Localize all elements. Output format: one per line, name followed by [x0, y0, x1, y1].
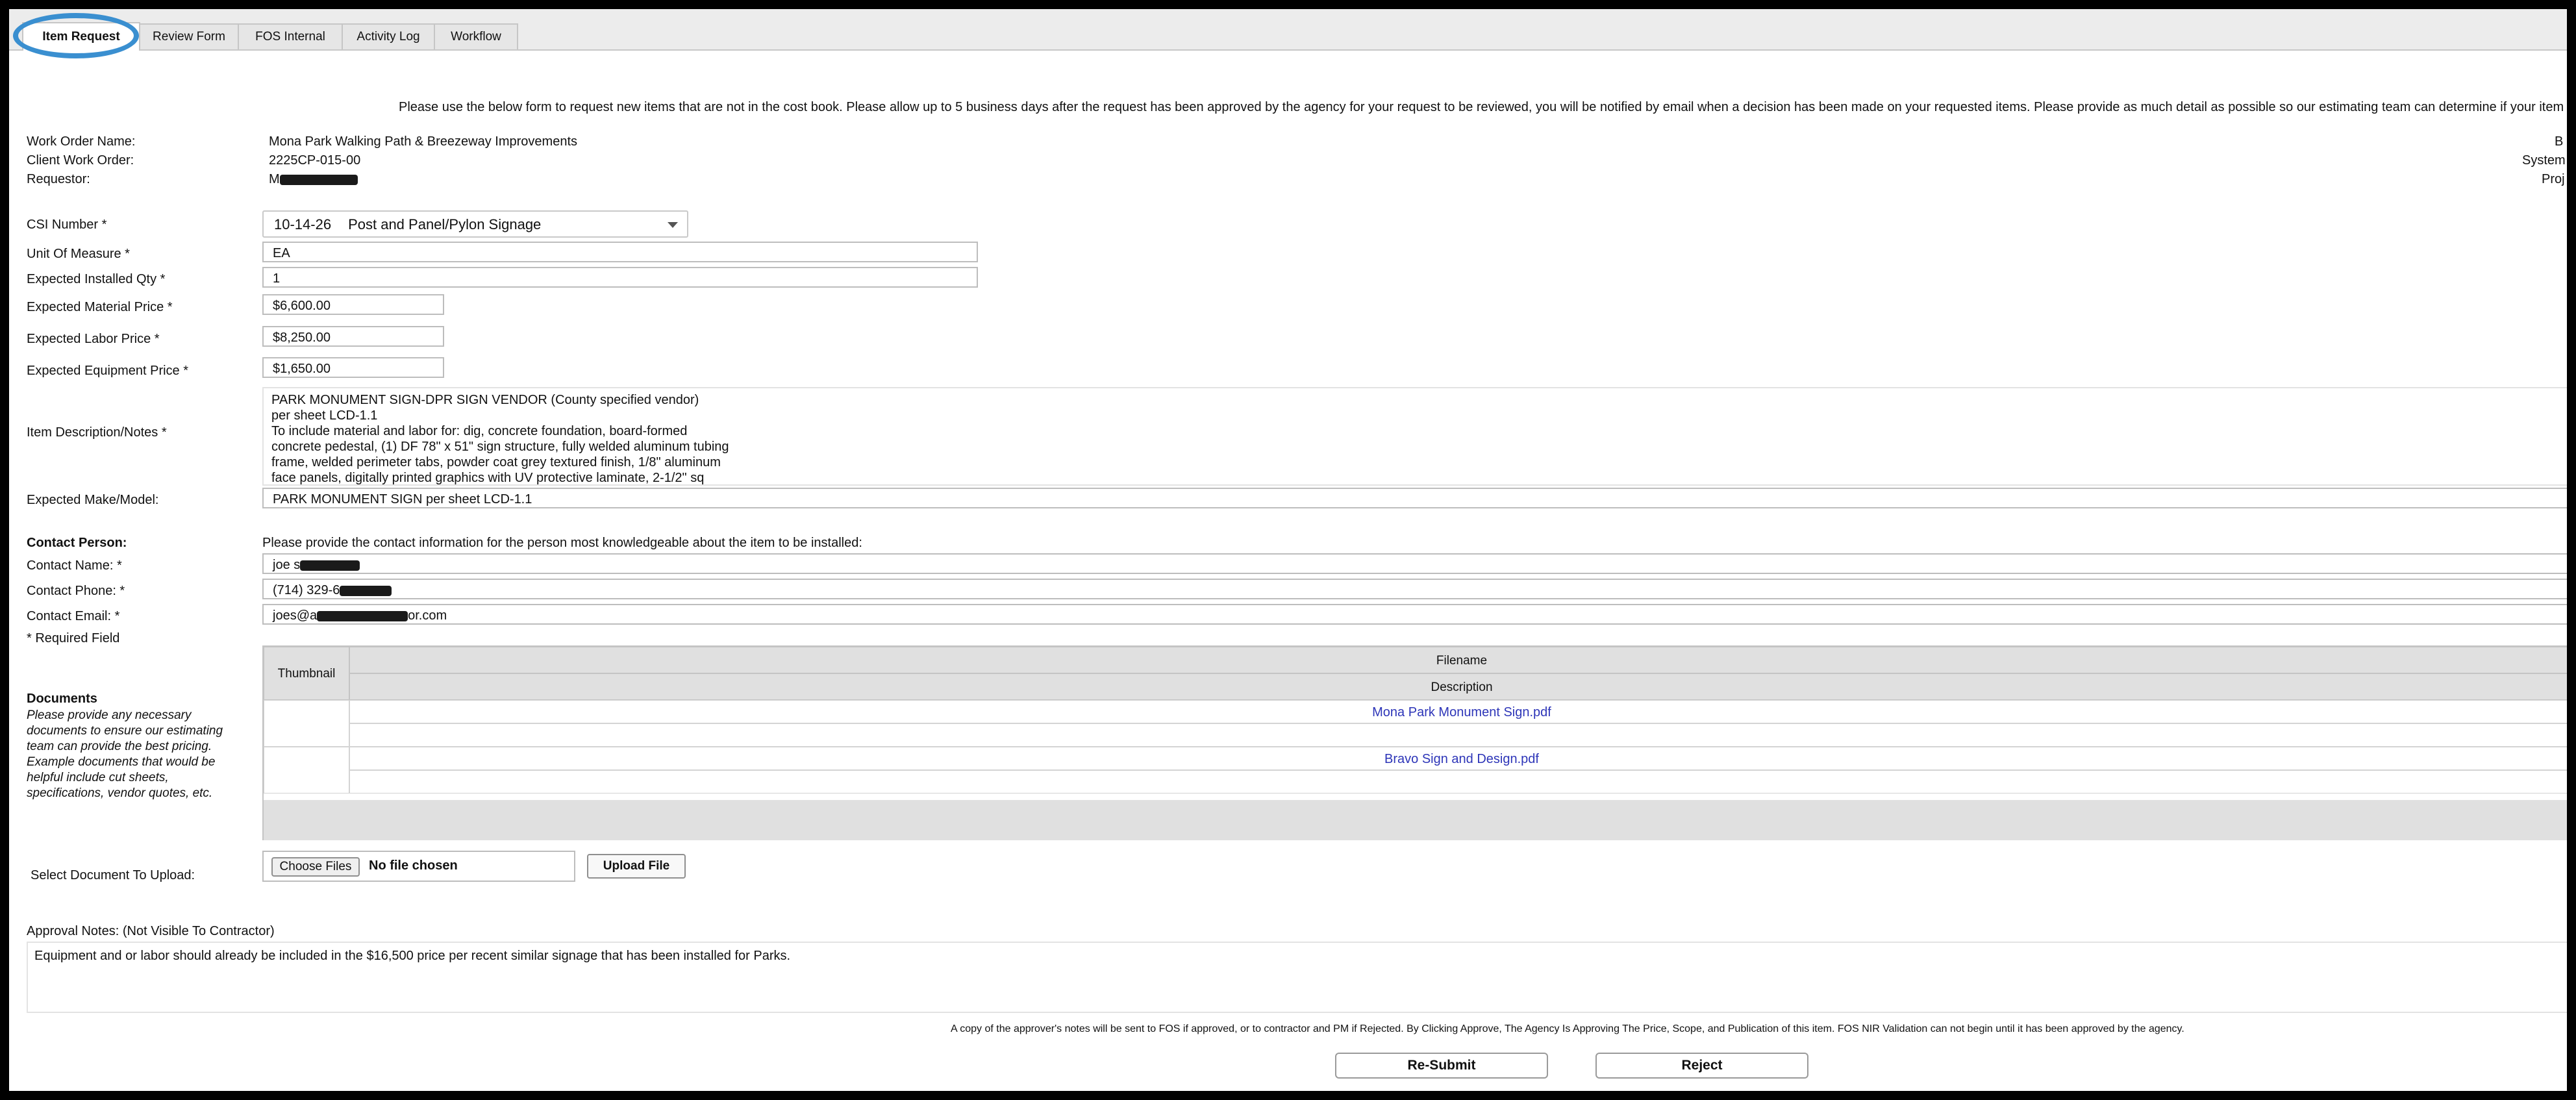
contact-email-input[interactable]: joes@a or.com	[262, 604, 2567, 625]
tab-bar: Item Request Review Form FOS Internal Ac…	[9, 9, 2567, 51]
contact-name-label: Contact Name: *	[27, 558, 122, 573]
approval-notes-value: Equipment and or labor should already be…	[34, 949, 791, 963]
description-label: Item Description/Notes *	[27, 425, 167, 440]
tab-activity-log[interactable]: Activity Log	[342, 23, 435, 49]
right-label-proj: Proj	[2542, 172, 2565, 186]
csi-number-select[interactable]: 10-14-26 Post and Panel/Pylon Signage	[262, 210, 688, 238]
work-order-name-value: Mona Park Walking Path & Breezeway Impro…	[269, 134, 578, 149]
footer-note: A copy of the approver's notes will be s…	[951, 1023, 2184, 1034]
description-line: concrete pedestal, (1) DF 78" x 51" sign…	[271, 440, 729, 454]
file-picker[interactable]: Choose Files No file chosen	[262, 851, 575, 882]
documents-help-line: Please provide any necessary	[27, 708, 192, 722]
requestor-label: Requestor:	[27, 172, 90, 186]
labor-price-label: Expected Labor Price *	[27, 332, 160, 346]
installed-qty-input[interactable]: 1	[262, 267, 978, 288]
no-file-chosen-text: No file chosen	[369, 858, 458, 873]
choose-files-button[interactable]: Choose Files	[271, 857, 360, 877]
document-link[interactable]: Bravo Sign and Design.pdf	[349, 747, 2567, 770]
item-request-page: Item Request Review Form FOS Internal Ac…	[9, 9, 2567, 1091]
description-line: frame, welded perimeter tabs, powder coa…	[271, 455, 721, 469]
filename-header: Filename	[349, 647, 2567, 673]
contact-email-suffix: or.com	[408, 608, 447, 623]
thumbnail-cell	[264, 747, 349, 794]
unit-of-measure-label: Unit Of Measure *	[27, 247, 130, 261]
documents-help-line: team can provide the best pricing.	[27, 740, 212, 753]
redaction-mark	[279, 174, 358, 185]
upload-file-button[interactable]: Upload File	[587, 854, 686, 879]
equipment-price-label: Expected Equipment Price *	[27, 364, 189, 378]
resubmit-button[interactable]: Re-Submit	[1335, 1053, 1548, 1079]
thumbnail-cell	[264, 700, 349, 747]
chevron-down-icon	[668, 222, 678, 228]
description-header: Description	[349, 673, 2567, 700]
csi-code: 10-14-26	[274, 216, 332, 232]
select-document-label: Select Document To Upload:	[31, 868, 195, 882]
work-order-name-label: Work Order Name:	[27, 134, 136, 149]
tab-review-form[interactable]: Review Form	[139, 23, 239, 49]
redaction-mark	[317, 610, 408, 621]
tab-workflow[interactable]: Workflow	[434, 23, 518, 49]
table-footer	[264, 800, 2567, 840]
documents-help-line: specifications, vendor quotes, etc.	[27, 786, 213, 800]
installed-qty-label: Expected Installed Qty *	[27, 272, 166, 286]
tab-item-request[interactable]: Item Request	[22, 22, 140, 51]
contact-phone-input[interactable]: (714) 329-6	[262, 579, 2567, 599]
unit-of-measure-input[interactable]: EA	[262, 242, 978, 262]
client-work-order-value: 2225CP-015-00	[269, 153, 361, 168]
approval-notes-textarea[interactable]: Equipment and or labor should already be…	[27, 942, 2567, 1013]
contact-email-label: Contact Email: *	[27, 609, 120, 623]
right-label-system: System	[2522, 153, 2566, 168]
equipment-price-input[interactable]: $1,650.00	[262, 357, 444, 378]
document-description-cell	[349, 770, 2567, 794]
document-description-cell	[349, 723, 2567, 747]
requestor-value: M	[269, 172, 358, 187]
contact-phone-label: Contact Phone: *	[27, 584, 125, 598]
contact-name-value: joe s	[273, 558, 301, 572]
description-line: face panels, digitally printed graphics …	[271, 471, 705, 485]
documents-help-line: helpful include cut sheets,	[27, 771, 169, 784]
client-work-order-label: Client Work Order:	[27, 153, 134, 168]
reject-button[interactable]: Reject	[1595, 1053, 1808, 1079]
redaction-mark	[300, 560, 360, 571]
documents-table: Thumbnail Filename Description Mona Park…	[262, 645, 2567, 840]
labor-price-input[interactable]: $8,250.00	[262, 326, 444, 347]
required-field-note: * Required Field	[27, 631, 120, 645]
contact-email-prefix: joes@a	[273, 608, 318, 623]
description-textarea[interactable]: PARK MONUMENT SIGN-DPR SIGN VENDOR (Coun…	[262, 387, 2567, 486]
description-line: per sheet LCD-1.1	[271, 408, 378, 423]
csi-name: Post and Panel/Pylon Signage	[348, 216, 542, 232]
material-price-input[interactable]: $6,600.00	[262, 294, 444, 315]
description-line: PARK MONUMENT SIGN-DPR SIGN VENDOR (Coun…	[271, 393, 699, 407]
requestor-initial: M	[269, 172, 280, 186]
make-model-input[interactable]: PARK MONUMENT SIGN per sheet LCD-1.1	[262, 488, 2567, 508]
documents-help-line: Example documents that would be	[27, 755, 216, 769]
description-line: To include material and labor for: dig, …	[271, 424, 688, 438]
contact-person-heading: Contact Person:	[27, 536, 127, 550]
contact-phone-value: (714) 329-6	[273, 583, 340, 597]
documents-help: Please provide any necessary documents t…	[27, 708, 223, 801]
csi-number-label: CSI Number *	[27, 218, 107, 232]
material-price-label: Expected Material Price *	[27, 300, 173, 314]
redaction-mark	[340, 585, 392, 596]
documents-heading: Documents	[27, 692, 97, 706]
contact-name-input[interactable]: joe s	[262, 553, 2567, 574]
contact-prompt: Please provide the contact information f…	[262, 536, 862, 550]
approval-notes-label: Approval Notes: (Not Visible To Contract…	[27, 924, 275, 938]
document-link[interactable]: Mona Park Monument Sign.pdf	[349, 700, 2567, 723]
right-label-b: B	[2555, 134, 2564, 149]
documents-help-line: documents to ensure our estimating	[27, 724, 223, 738]
tab-fos-internal[interactable]: FOS Internal	[238, 23, 343, 49]
thumbnail-header: Thumbnail	[264, 647, 349, 700]
make-model-label: Expected Make/Model:	[27, 493, 159, 507]
intro-text: Please use the below form to request new…	[399, 100, 2567, 114]
